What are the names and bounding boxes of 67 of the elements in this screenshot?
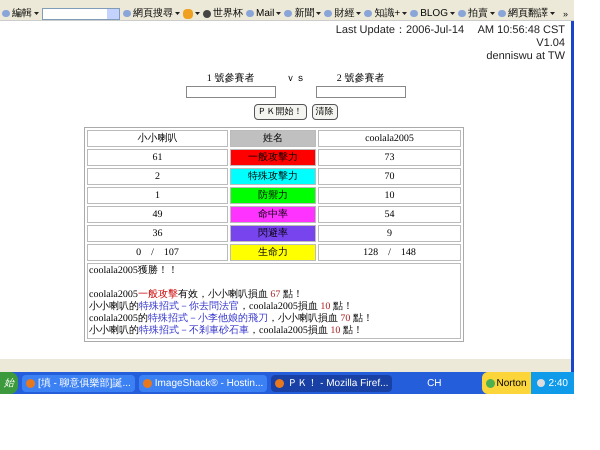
caret-icon bbox=[276, 12, 282, 15]
table-cell: 1 bbox=[87, 186, 228, 204]
stat-label: 特殊攻擊力 bbox=[230, 168, 316, 184]
version-text: V1.04 bbox=[536, 37, 565, 50]
caret-icon bbox=[34, 12, 39, 15]
toolbar-menu-button[interactable]: 網頁翻譯 bbox=[498, 8, 555, 20]
caret-icon bbox=[195, 12, 200, 15]
table-cell: 73 bbox=[318, 148, 461, 166]
table-cell: 9 bbox=[318, 224, 461, 242]
toolbar-menu-button[interactable]: 編輯 bbox=[2, 8, 39, 20]
table-cell: 61 bbox=[87, 148, 228, 166]
caret-icon bbox=[356, 12, 362, 15]
log-line: coolala2005一般攻擊有效，小小喇叭損血 67 點！ bbox=[89, 288, 304, 300]
author-text: denniswu at TW bbox=[486, 50, 565, 63]
caret-icon bbox=[550, 12, 555, 15]
start-button[interactable]: 始 bbox=[0, 372, 18, 394]
toolbar-menu-button[interactable]: 拍賣 bbox=[458, 8, 495, 20]
taskbar-button[interactable]: [填 - 聊意俱樂部]誕... bbox=[22, 374, 135, 392]
stat-label: 防禦力 bbox=[230, 186, 316, 204]
last-update-text: Last Update：2006-Jul-14 AM 10:56:48 CST bbox=[336, 24, 565, 37]
table-cell: 70 bbox=[318, 168, 461, 184]
more-button[interactable]: » bbox=[562, 8, 572, 20]
stat-label: 生命力 bbox=[230, 244, 316, 260]
stat-label: 命中率 bbox=[230, 206, 316, 222]
log-line: 小小喇叭的特殊招式－你去問法官，coolala2005損血 10 點！ bbox=[89, 300, 354, 312]
log-line: coolala2005的特殊招式－小李他娘的飛刀，小小喇叭損血 70 點！ bbox=[89, 312, 374, 324]
dropdown-button[interactable] bbox=[107, 8, 119, 18]
table-cell: 2 bbox=[87, 168, 228, 184]
player-name-field[interactable] bbox=[186, 86, 276, 98]
player-name-field[interactable] bbox=[316, 86, 406, 98]
log-line: 小小喇叭的特殊招式－不剎車砂石車，coolala2005損血 10 點！ bbox=[89, 324, 364, 336]
search-field[interactable] bbox=[42, 8, 120, 20]
result-text: coolala2005獲勝！！ bbox=[89, 264, 179, 276]
toolbar-menu-button[interactable]: 財經 bbox=[324, 8, 362, 20]
table-cell: coolala2005 bbox=[318, 130, 461, 146]
caret-icon bbox=[402, 12, 408, 15]
toolbar-menu-button[interactable]: 知識+ bbox=[364, 8, 408, 20]
clock-text: 2:40 bbox=[548, 376, 568, 390]
caret-icon bbox=[490, 12, 495, 15]
caret-icon bbox=[450, 12, 455, 15]
toolbar-menu-button[interactable]: Mail bbox=[246, 8, 282, 20]
caret-icon bbox=[175, 12, 180, 15]
antivirus-badge[interactable]: Norton bbox=[482, 372, 531, 394]
clear-button[interactable]: 清除 bbox=[312, 104, 338, 120]
vs-text: ｖｓ bbox=[286, 72, 306, 86]
stat-label: 閃避率 bbox=[230, 224, 316, 242]
table-cell: 49 bbox=[87, 206, 228, 222]
taskbar-button[interactable]: ＰＫ！ - Mozilla Firef... bbox=[271, 374, 392, 392]
player-label: 1 號參賽者 bbox=[206, 72, 254, 86]
caret-icon bbox=[316, 12, 322, 15]
table-cell: 10 bbox=[318, 186, 461, 204]
header-cell: 姓名 bbox=[230, 130, 316, 146]
toolbar-menu-button[interactable]: BLOG bbox=[410, 8, 455, 20]
stat-label: 一般攻擊力 bbox=[230, 148, 316, 166]
table-cell: 36 bbox=[87, 224, 228, 242]
table-cell: 小小喇叭 bbox=[87, 130, 228, 146]
tray-icon[interactable] bbox=[536, 379, 545, 387]
table-cell: 0 / 107 bbox=[87, 244, 228, 260]
table-cell: 128 / 148 bbox=[318, 244, 461, 260]
language-indicator[interactable]: CH bbox=[427, 376, 442, 390]
start-button[interactable]: ＰＫ開始！ bbox=[254, 104, 306, 120]
taskbar-button[interactable]: ImageShack® - Hostin... bbox=[138, 374, 268, 392]
toolbar-menu-button[interactable]: 新聞 bbox=[284, 8, 322, 20]
player-label: 2 號參賽者 bbox=[336, 72, 384, 86]
table-cell: 54 bbox=[318, 206, 461, 222]
toolbar-menu-button[interactable]: 網頁搜尋 bbox=[123, 8, 180, 20]
toolbar-button[interactable]: 世界杯 bbox=[203, 8, 243, 20]
